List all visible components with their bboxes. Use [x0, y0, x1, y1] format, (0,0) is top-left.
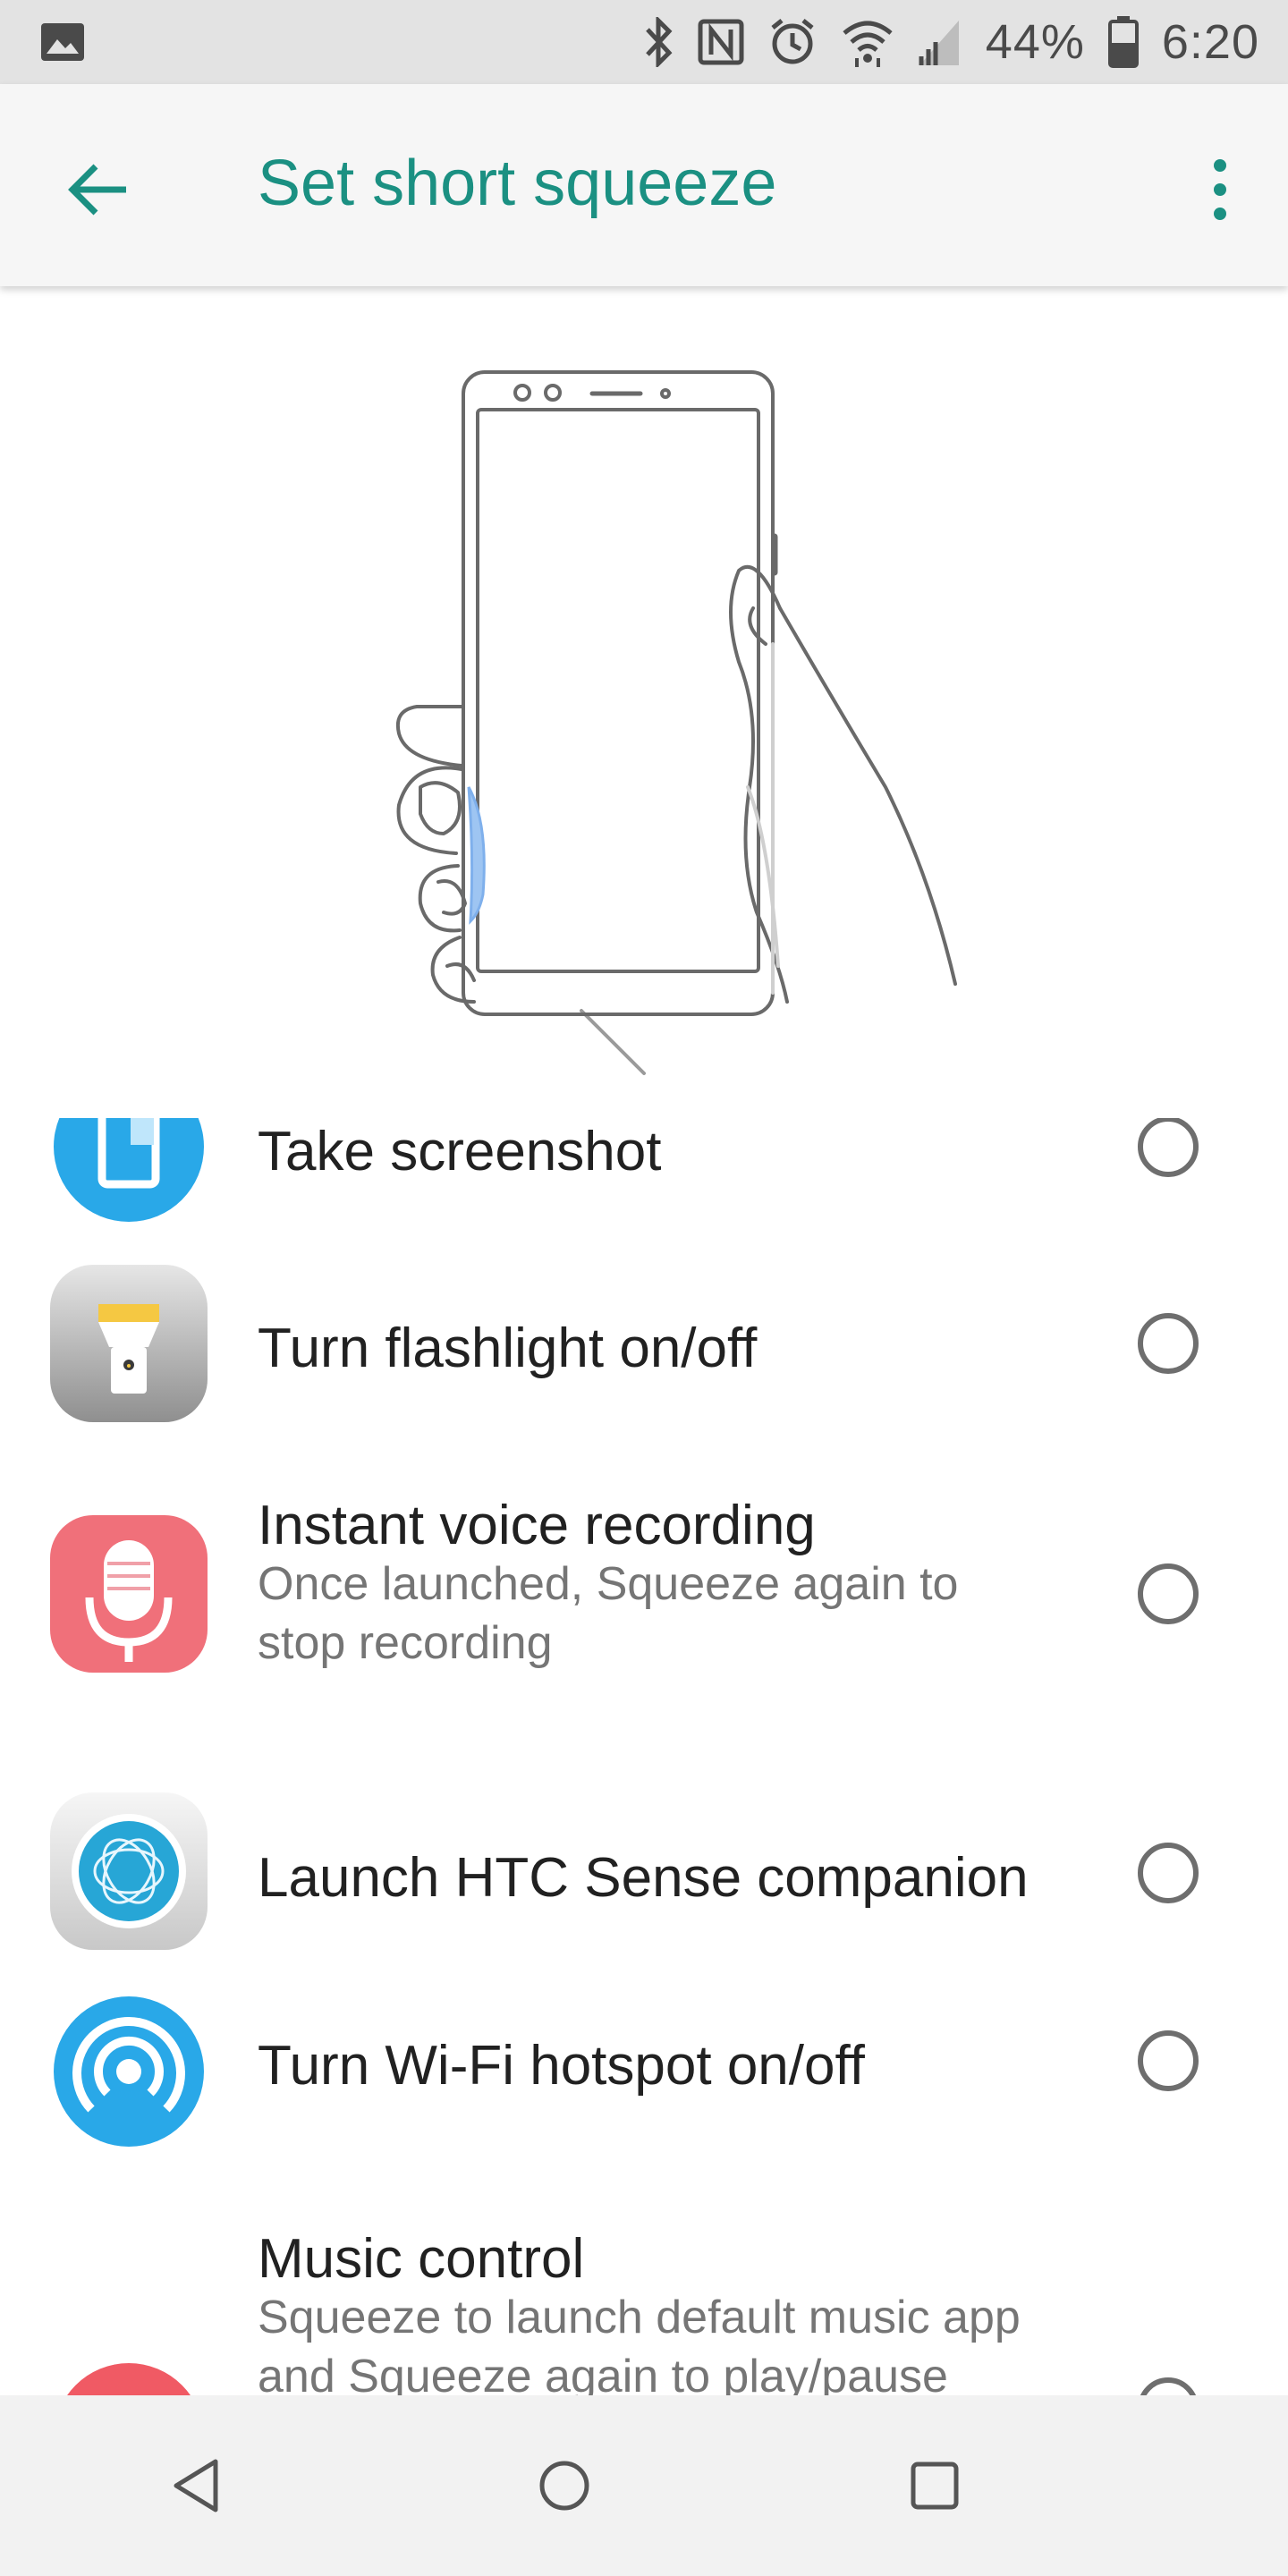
option-label: Turn flashlight on/off — [258, 1318, 758, 1379]
option-description: Squeeze to launch default music app and … — [258, 2292, 1021, 2395]
wifi-icon — [841, 17, 894, 67]
arrow-back-icon — [68, 164, 126, 216]
option-radio[interactable] — [1138, 2377, 1199, 2395]
nav-home-icon — [539, 2461, 589, 2511]
option-flashlight[interactable]: Turn flashlight on/off — [0, 1243, 1288, 1444]
option-label: Music control — [258, 2228, 585, 2290]
option-label: Turn Wi-Fi hotspot on/off — [258, 2035, 865, 2097]
squeeze-illustration — [0, 286, 1288, 1091]
option-label: Launch HTC Sense companion — [258, 1847, 1029, 1909]
option-label: Instant voice recording — [258, 1495, 816, 1556]
nav-home-button[interactable] — [515, 2436, 614, 2535]
option-label: Take screenshot — [258, 1121, 662, 1182]
back-button[interactable] — [54, 145, 143, 234]
status-bar: 44% 6:20 — [0, 0, 1288, 84]
gallery-icon — [39, 21, 86, 63]
music-note-icon — [47, 2356, 211, 2395]
battery-percent: 44% — [985, 15, 1085, 69]
more-vert-icon — [1214, 159, 1226, 220]
screenshot-icon — [47, 1118, 211, 1229]
option-radio[interactable] — [1138, 1563, 1199, 1624]
more-options-button[interactable] — [1184, 145, 1256, 234]
nav-back-button[interactable] — [147, 2436, 245, 2535]
squeeze-options-list: Take screenshot Turn flashlight on/off I… — [0, 1118, 1288, 2395]
page-title: Set short squeeze — [258, 148, 777, 219]
clock: 6:20 — [1161, 15, 1259, 69]
option-description: Once launched, Squeeze again to stop rec… — [258, 1558, 959, 1669]
battery-icon — [1107, 16, 1139, 68]
sense-companion-icon — [47, 1789, 211, 1953]
option-radio[interactable] — [1138, 1313, 1199, 1374]
nav-recents-icon — [911, 2462, 959, 2510]
signal-icon — [918, 17, 962, 67]
microphone-icon — [47, 1512, 211, 1676]
option-music-control[interactable]: Music control Squeeze to launch default … — [0, 2227, 1288, 2395]
navigation-bar — [0, 2395, 1288, 2576]
option-voice-recording[interactable]: Instant voice recording Once launched, S… — [0, 1494, 1288, 1744]
flashlight-icon — [47, 1261, 211, 1426]
nav-back-icon — [174, 2459, 218, 2512]
option-take-screenshot[interactable]: Take screenshot — [0, 1118, 1288, 1243]
option-sense-companion[interactable]: Launch HTC Sense companion — [0, 1789, 1288, 1989]
phone-hand-illustration — [396, 370, 957, 1075]
nfc-icon — [698, 19, 744, 65]
option-wifi-hotspot[interactable]: Turn Wi-Fi hotspot on/off — [0, 1989, 1288, 2190]
option-radio[interactable] — [1138, 1843, 1199, 1903]
nav-recents-button[interactable] — [886, 2436, 984, 2535]
bluetooth-icon — [644, 17, 674, 67]
alarm-icon — [767, 17, 818, 67]
app-bar: Set short squeeze — [0, 84, 1288, 286]
option-radio[interactable] — [1138, 2030, 1199, 2091]
option-radio[interactable] — [1138, 1118, 1199, 1177]
hotspot-icon — [47, 1989, 211, 2154]
